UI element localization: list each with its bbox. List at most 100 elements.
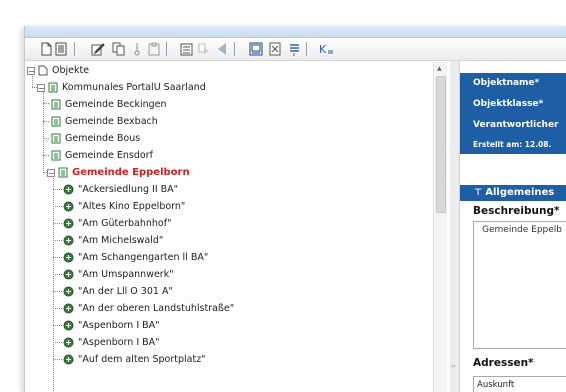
back-icon[interactable]: [215, 41, 229, 57]
beschreibung-label: Beschreibung*: [473, 205, 560, 217]
document-icon: [50, 116, 61, 127]
scroll-thumb[interactable]: [436, 76, 446, 213]
tree-connector: [43, 138, 49, 139]
collapse-section-icon[interactable]: ⊤: [474, 188, 482, 198]
adressen-field[interactable]: Auskunft: [473, 376, 566, 392]
save-icon[interactable]: [179, 41, 193, 57]
object-icon: [63, 184, 74, 195]
document-icon: [50, 150, 61, 161]
section-title: Allgemeines: [485, 187, 555, 198]
forward-icon[interactable]: [197, 41, 211, 57]
document-icon: [50, 99, 61, 110]
tree-node-label: Kommunales PortalU Saarland: [62, 82, 206, 93]
tree-root-objekte[interactable]: − Objekte: [27, 62, 89, 79]
object-icon: [63, 201, 74, 212]
tree-connector: [43, 121, 49, 122]
tree-node-child[interactable]: "Auf dem alten Sportplatz": [63, 351, 206, 368]
tree-node-gemeinde[interactable]: Gemeinde Beckingen: [50, 96, 167, 113]
cut-icon[interactable]: [130, 41, 144, 57]
splitter-arrows-icon[interactable]: ‹›: [451, 363, 456, 370]
tree-connector: [43, 155, 49, 156]
collapse-toggle-icon[interactable]: −: [27, 66, 35, 75]
toolbar-separator: [74, 42, 75, 56]
tree-node-child[interactable]: "Aspenborn I BA": [63, 317, 160, 334]
tree-node-label: "Ackersiedlung II BA": [78, 184, 179, 195]
collapse-toggle-icon[interactable]: −: [37, 83, 45, 92]
tree-node-child[interactable]: "Ackersiedlung II BA": [63, 181, 178, 198]
document-icon: [50, 133, 61, 144]
object-icon: [63, 235, 74, 246]
tree-node-child[interactable]: "Am Michelswald": [63, 232, 163, 249]
object-icon: [63, 303, 74, 314]
collapse-toggle-icon[interactable]: −: [47, 168, 55, 177]
erstellt-am-header: Erstellt am: 12.08.: [460, 136, 566, 154]
k-tool-icon[interactable]: K: [318, 41, 336, 57]
compare-icon[interactable]: [287, 41, 301, 57]
tree-node-label: "An der Lll O 301 A": [78, 286, 173, 297]
tree-node-child[interactable]: "Altes Kino Eppelborn": [63, 198, 185, 215]
tree-connector: [53, 257, 62, 258]
tree-node-gemeinde[interactable]: Gemeinde Bexbach: [50, 113, 158, 130]
tree-node-child[interactable]: "An der Lll O 301 A": [63, 283, 173, 300]
tree-node-label: Gemeinde Ensdorf: [65, 150, 153, 161]
tree-connector: [53, 291, 62, 292]
tree-connector: [53, 342, 62, 343]
toolbar-separator: [166, 42, 167, 56]
edit-icon[interactable]: [91, 41, 105, 57]
preview-icon[interactable]: [249, 41, 263, 57]
tree-connector: [53, 223, 62, 224]
objektklasse-header: Objektklasse*: [460, 94, 566, 115]
tree-node-child[interactable]: "Am Umspannwerk": [63, 266, 174, 283]
toolbar-separator: [306, 42, 307, 56]
objektname-header: Objektname*: [460, 73, 566, 94]
tree-node-gemeinde[interactable]: Gemeinde Bous: [50, 130, 140, 147]
copy-icon[interactable]: [111, 41, 125, 57]
object-icon: [63, 218, 74, 229]
new-object-icon[interactable]: [39, 41, 53, 57]
tree-node-child[interactable]: "An der oberen Landstuhlstraße": [63, 300, 234, 317]
tree-node-label: "Am Güterbahnhof": [78, 218, 172, 229]
tree-node-child[interactable]: "Am Schangengarten ll BA": [63, 249, 208, 266]
object-tree: − Objekte − Kommunales PortalU Saarland …: [25, 61, 451, 392]
tree-connector: [53, 240, 62, 241]
tree-node-label: "Auf dem alten Sportplatz": [78, 354, 206, 365]
tree-connector: [43, 103, 49, 104]
tree-node-selected[interactable]: − Gemeinde Eppelborn: [47, 164, 190, 181]
tree-node-label: "Altes Kino Eppelborn": [78, 201, 186, 212]
tree-connector: [43, 89, 44, 173]
tree-node-child[interactable]: "Aspenborn I BA": [63, 334, 160, 351]
object-icon: [63, 286, 74, 297]
paste-icon[interactable]: [147, 41, 161, 57]
tree-node-label: Gemeinde Bexbach: [65, 116, 158, 127]
tree-node-child[interactable]: "Am Güterbahnhof": [63, 215, 171, 232]
toolbar-separator: [234, 42, 235, 56]
object-icon: [63, 252, 74, 263]
adressen-label: Adressen*: [473, 357, 534, 369]
tree-node-label: "Am Michelswald": [78, 235, 164, 246]
tree-node-label: Gemeinde Bous: [65, 133, 141, 144]
document-icon: [57, 167, 68, 178]
panel-splitter[interactable]: ‹›: [450, 61, 460, 392]
section-allgemeines[interactable]: ⊤ Allgemeines: [460, 185, 566, 201]
toolbar: K: [25, 38, 566, 61]
delete-icon[interactable]: [268, 41, 282, 57]
tree-node-label: "Am Umspannwerk": [78, 269, 174, 280]
object-icon: [63, 320, 74, 331]
tree-connector: [53, 206, 62, 207]
tree-node-label: "Aspenborn I BA": [78, 337, 160, 348]
svg-text:K: K: [319, 43, 327, 56]
list-icon[interactable]: [54, 41, 68, 57]
beschreibung-textarea[interactable]: Gemeinde Eppelb: [473, 221, 566, 349]
verantwortlicher-header: Verantwortlicher: [460, 115, 566, 136]
tree-node-label: "Am Schangengarten ll BA": [78, 252, 209, 263]
folder-icon: [37, 65, 48, 76]
object-icon: [63, 354, 74, 365]
detail-panel: Objektname* Objektklasse* Verantwortlich…: [460, 61, 566, 392]
tree-connector: [53, 308, 62, 309]
tree-scrollbar[interactable]: ▲: [433, 62, 447, 392]
tree-node-label: Gemeinde Eppelborn: [72, 167, 190, 178]
tree-node-gemeinde[interactable]: Gemeinde Ensdorf: [50, 147, 153, 164]
tree-connector: [53, 359, 62, 360]
tree-node-portal[interactable]: − Kommunales PortalU Saarland: [37, 79, 206, 96]
scroll-up-icon[interactable]: ▲: [437, 65, 442, 72]
